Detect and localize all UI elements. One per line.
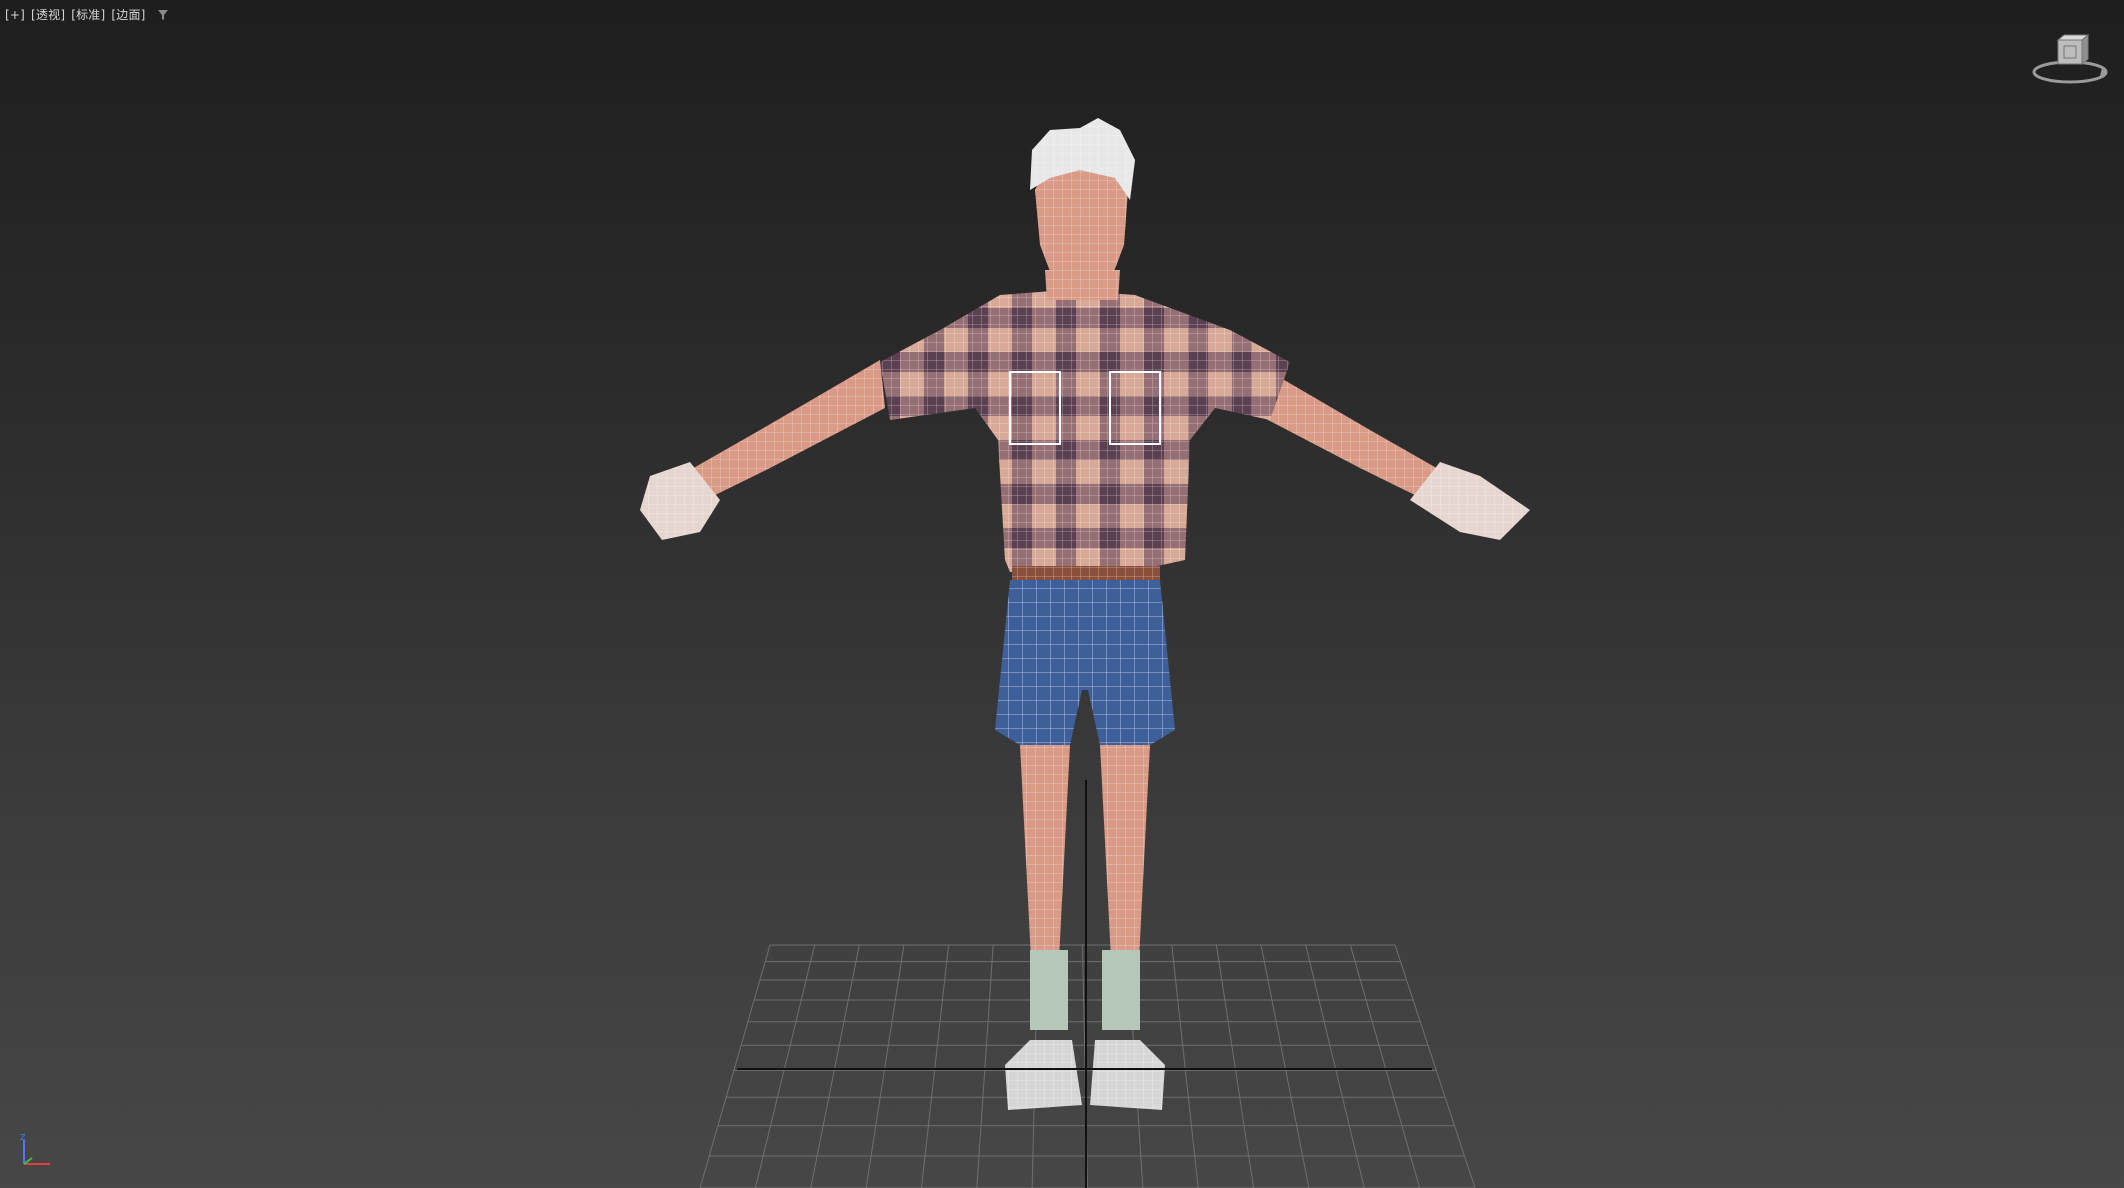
svg-text:Z: Z xyxy=(20,1133,26,1142)
denim-shorts[interactable] xyxy=(995,580,1175,745)
grid-line xyxy=(1215,944,1255,1188)
grid-line xyxy=(1171,944,1199,1188)
right-shoe[interactable] xyxy=(1090,950,1165,1110)
grid-line xyxy=(699,944,771,1188)
grid-line xyxy=(1394,944,1476,1188)
grid-line xyxy=(1260,944,1310,1188)
grid-line xyxy=(754,944,816,1188)
scene-canvas[interactable] xyxy=(0,0,2124,1188)
grid-line xyxy=(920,944,950,1188)
grid-line xyxy=(1349,944,1421,1188)
axis-tripod-icon: Z xyxy=(20,1133,50,1165)
left-shoe[interactable] xyxy=(1005,950,1082,1110)
ground-grid xyxy=(699,944,1476,1188)
grid-line xyxy=(810,944,860,1188)
grid-line xyxy=(976,944,994,1188)
grid-line xyxy=(865,944,905,1188)
perspective-viewport[interactable]: [+] [透视] [标准] [边面] Z xyxy=(0,0,2124,1188)
grid-line xyxy=(1305,944,1365,1188)
